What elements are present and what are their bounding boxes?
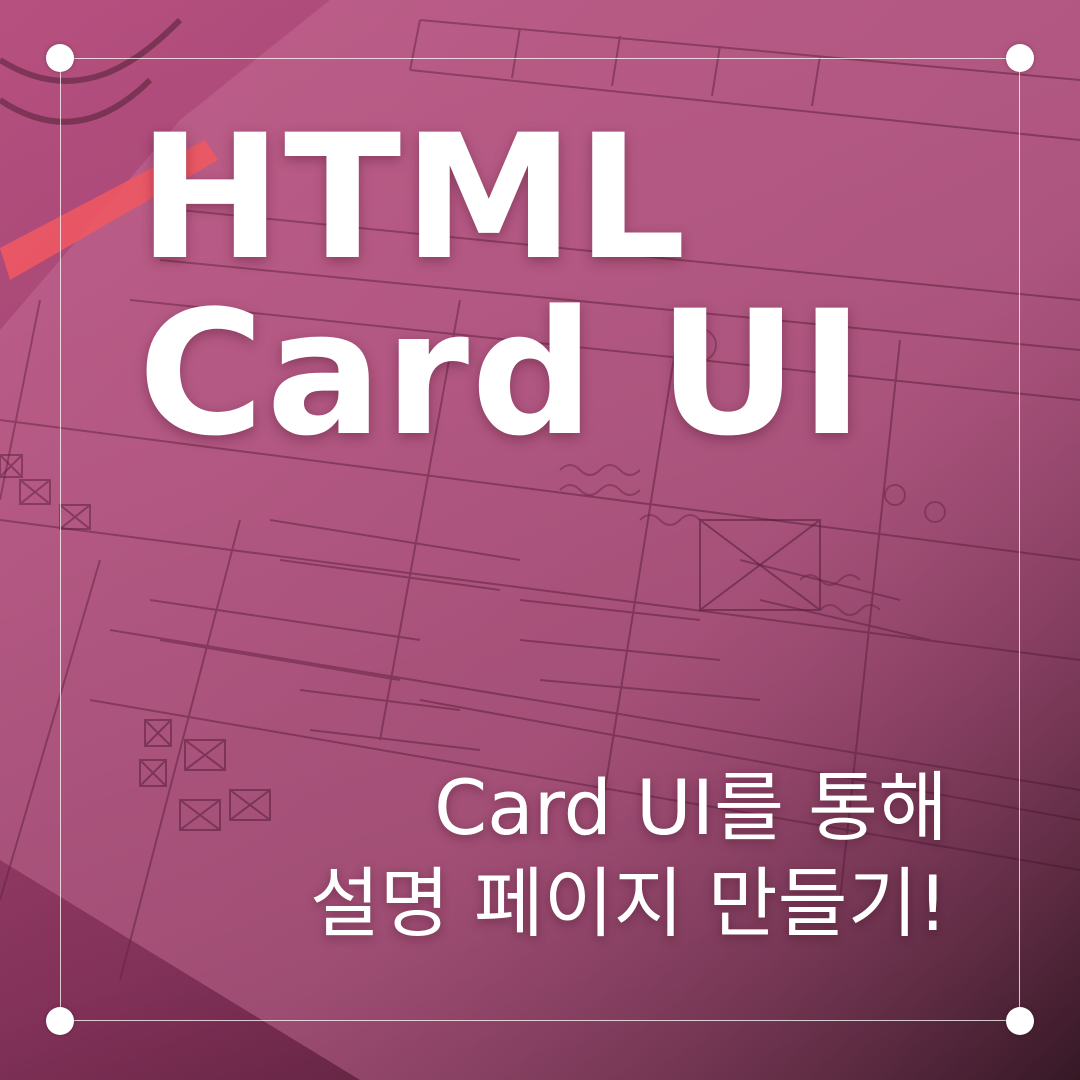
subtitle-line-2: 설명 페이지 만들기! (309, 859, 948, 948)
corner-dot-bottom-right (1006, 1007, 1034, 1035)
corner-dot-bottom-left (46, 1007, 74, 1035)
thumbnail-canvas: HTML Card UI Card UI를 통해 설명 페이지 만들기! (0, 0, 1080, 1080)
main-title: HTML Card UI (138, 110, 866, 462)
corner-dot-top-right (1006, 44, 1034, 72)
main-title-line-2: Card UI (138, 273, 866, 474)
corner-dot-top-left (46, 44, 74, 72)
main-title-line-1: HTML (138, 97, 689, 298)
subtitle: Card UI를 통해 설명 페이지 만들기! (310, 760, 948, 952)
subtitle-line-1: Card UI를 통해 (434, 763, 948, 852)
